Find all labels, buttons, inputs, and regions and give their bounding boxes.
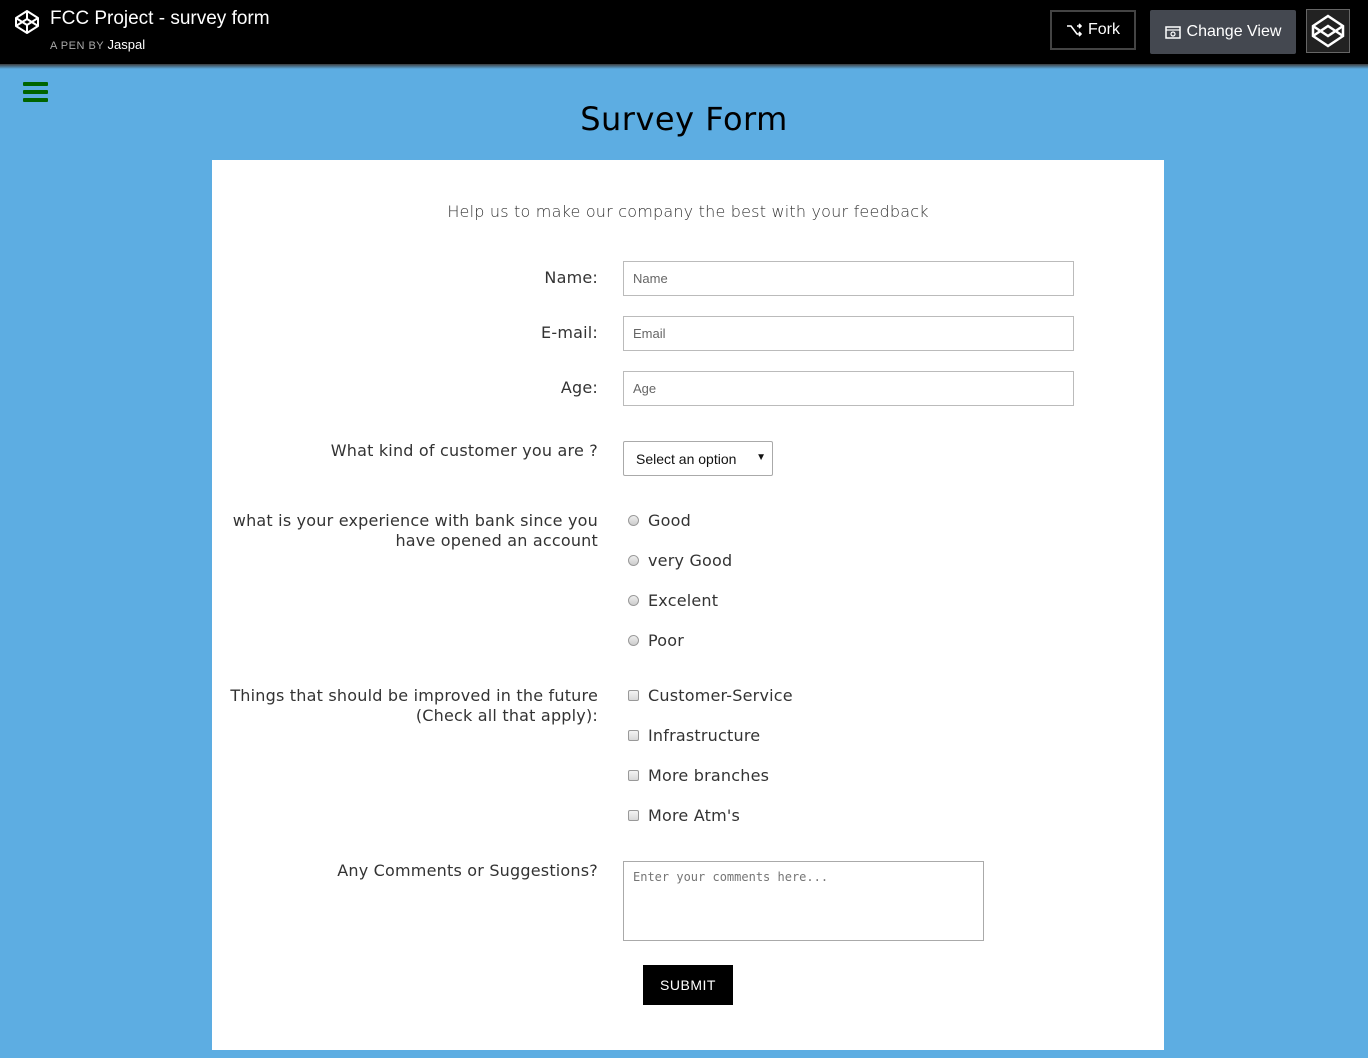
page-title: Survey Form	[580, 100, 788, 138]
pen-author-link[interactable]: Jaspal	[108, 37, 146, 52]
improvements-label-line1: Things that should be improved in the fu…	[230, 686, 598, 705]
header-shadow	[0, 64, 1368, 69]
radio-button[interactable]	[628, 555, 639, 566]
user-avatar[interactable]	[1306, 9, 1350, 53]
hamburger-menu-icon[interactable]	[23, 82, 48, 102]
experience-label: what is your experience with bank since …	[233, 511, 598, 551]
experience-label-line1: what is your experience with bank since …	[232, 511, 598, 530]
customer-type-select[interactable]: Select an option ▼	[623, 441, 773, 476]
improvements-label-line2: (Check all that apply):	[415, 706, 598, 725]
radio-option-poor[interactable]: Poor	[628, 631, 684, 650]
codepen-header: FCC Project - survey form A PEN BY Jaspa…	[0, 0, 1368, 64]
checkbox-option-more-atms[interactable]: More Atm's	[628, 806, 740, 825]
name-input[interactable]	[623, 261, 1074, 296]
pen-author-line: A PEN BY Jaspal	[50, 37, 145, 52]
radio-option-good[interactable]: Good	[628, 511, 691, 530]
improvements-label: Things that should be improved in the fu…	[230, 686, 598, 726]
dropdown-arrow-icon: ▼	[756, 452, 766, 463]
customer-type-label: What kind of customer you are ?	[330, 441, 598, 460]
fork-label: Fork	[1088, 21, 1120, 38]
experience-label-line2: have opened an account	[395, 531, 598, 550]
comments-label: Any Comments or Suggestions?	[337, 861, 598, 880]
submit-button[interactable]: SUBMIT	[643, 965, 733, 1005]
checkbox[interactable]	[628, 810, 639, 821]
radio-option-excelent[interactable]: Excelent	[628, 591, 718, 610]
radio-option-label: Poor	[648, 631, 685, 650]
checkbox[interactable]	[628, 690, 639, 701]
avatar-codepen-icon	[1311, 14, 1345, 48]
checkbox-option-more-branches[interactable]: More branches	[628, 766, 769, 785]
radio-option-label: Good	[648, 511, 691, 530]
fork-button[interactable]: Fork	[1050, 10, 1136, 50]
email-label: E-mail:	[541, 323, 598, 342]
checkbox-option-label: Customer-Service	[648, 686, 793, 705]
customer-type-selected-value: Select an option	[636, 450, 737, 467]
checkbox-option-label: More Atm's	[648, 806, 741, 825]
radio-button[interactable]	[628, 595, 639, 606]
checkbox-option-label: Infrastructure	[648, 726, 761, 745]
age-input[interactable]	[623, 371, 1074, 406]
comments-textarea[interactable]	[623, 861, 984, 941]
radio-option-very-good[interactable]: very Good	[628, 551, 732, 570]
radio-option-label: Excelent	[648, 591, 719, 610]
checkbox-option-customer-service[interactable]: Customer-Service	[628, 686, 793, 705]
change-view-button[interactable]: Change View	[1150, 10, 1296, 54]
survey-form-card: Help us to make our company the best wit…	[212, 160, 1164, 1050]
radio-button[interactable]	[628, 635, 639, 646]
checkbox-option-infrastructure[interactable]: Infrastructure	[628, 726, 760, 745]
email-input[interactable]	[623, 316, 1074, 351]
checkbox[interactable]	[628, 730, 639, 741]
checkbox-option-label: More branches	[648, 766, 770, 785]
fork-icon	[1067, 23, 1082, 37]
change-view-label: Change View	[1186, 23, 1282, 40]
pen-title: FCC Project - survey form	[50, 8, 270, 29]
name-label: Name:	[544, 268, 598, 287]
form-description: Help us to make our company the best wit…	[447, 202, 929, 221]
radio-button[interactable]	[628, 515, 639, 526]
checkbox[interactable]	[628, 770, 639, 781]
radio-option-label: very Good	[648, 551, 733, 570]
change-view-icon	[1164, 25, 1181, 39]
codepen-logo-icon[interactable]	[14, 9, 40, 35]
age-label: Age:	[560, 378, 598, 397]
pen-by-label: A PEN BY	[50, 40, 104, 52]
